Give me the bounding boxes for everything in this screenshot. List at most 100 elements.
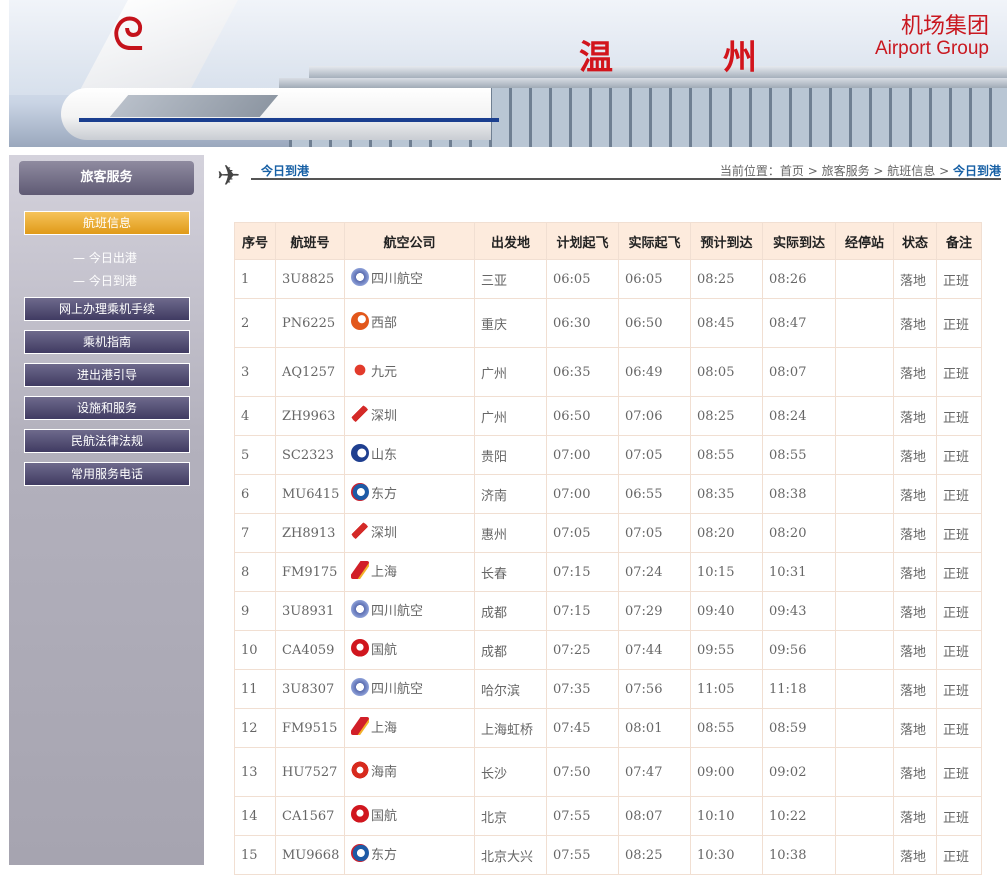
cell-note: 正班 xyxy=(936,347,982,397)
cell-status: 落地 xyxy=(893,669,937,709)
aircraft-wing xyxy=(109,95,279,117)
cell-status: 落地 xyxy=(893,552,937,592)
table-body: 1 3U8825 四川航空 三亚 06:05 06:05 08:25 08:26 落地 正班 2 PN… xyxy=(234,259,982,875)
cell-from: 长春 xyxy=(474,552,547,592)
airline-name: 深圳 xyxy=(371,408,398,424)
table-row: 12 FM9515 上海 上海虹桥 07:45 08:01 08:55 08:59 落地 正班 xyxy=(234,708,982,748)
cell-note: 正班 xyxy=(936,513,982,553)
cell-airline: 四川航空 xyxy=(344,591,475,631)
cell-status: 落地 xyxy=(893,259,937,299)
cell-plan-dep: 07:00 xyxy=(546,474,619,514)
column-header: 计划起飞 xyxy=(546,222,619,260)
cell-flight: CA1567 xyxy=(275,796,345,836)
sidebar-subitem-departures[interactable]: — 今日出港 xyxy=(73,249,137,266)
airline-label: 国航 xyxy=(351,805,397,824)
cell-note: 正班 xyxy=(936,259,982,299)
airline-name: 国航 xyxy=(371,808,398,824)
cell-status: 落地 xyxy=(893,796,937,836)
cell-from: 北京大兴 xyxy=(474,835,547,875)
cell-act-arr: 08:24 xyxy=(762,396,836,436)
table-row: 7 ZH8913 深圳 惠州 07:05 07:05 08:20 08:20 落地 正班 xyxy=(234,513,982,553)
sidebar-item-flight-info[interactable]: 航班信息 xyxy=(24,211,190,235)
arrivals-table: 序号 航班号 航空公司 出发地 计划起飞 实际起飞 预计到达 实际到达 经停站 状态 备注 1 3U8… xyxy=(234,222,982,875)
airline-name: 东方 xyxy=(371,486,398,502)
cell-stop xyxy=(835,435,894,475)
header-banner: ᘓ 温州 机场集团 Airport Group xyxy=(9,0,1007,147)
sidebar-item-service-phones[interactable]: 常用服务电话 xyxy=(24,462,190,486)
sidebar-item-facilities[interactable]: 设施和服务 xyxy=(24,396,190,420)
table-row: 5 SC2323 山东 贵阳 07:00 07:05 08:55 08:55 落地 正班 xyxy=(234,435,982,475)
cell-plan-dep: 06:35 xyxy=(546,347,619,397)
cell-from: 哈尔滨 xyxy=(474,669,547,709)
cell-stop xyxy=(835,591,894,631)
shandong-airlines-logo-icon xyxy=(351,444,369,463)
airline-name: 四川航空 xyxy=(371,681,424,697)
cell-from: 贵阳 xyxy=(474,435,547,475)
cell-no: 3 xyxy=(234,347,276,397)
cell-stop xyxy=(835,396,894,436)
cell-stop xyxy=(835,259,894,299)
column-header: 序号 xyxy=(234,222,276,260)
sidebar-subitem-arrivals[interactable]: — 今日到港 xyxy=(73,272,137,289)
column-header: 实际起飞 xyxy=(618,222,691,260)
cell-act-arr: 10:38 xyxy=(762,835,836,875)
cell-status: 落地 xyxy=(893,630,937,670)
sidebar-item-online-checkin[interactable]: 网上办理乘机手续 xyxy=(24,297,190,321)
hainan-airlines-logo-icon xyxy=(351,761,369,780)
sichuan-airlines-logo-icon xyxy=(351,268,369,287)
cell-est-arr: 09:55 xyxy=(690,630,763,670)
column-header: 备注 xyxy=(936,222,982,260)
page-title: 今日到港 xyxy=(261,164,310,178)
cell-plan-dep: 07:45 xyxy=(546,708,619,748)
table-row: 13 HU7527 海南 长沙 07:50 07:47 09:00 09:02 落地 正班 xyxy=(234,747,982,797)
cell-from: 北京 xyxy=(474,796,547,836)
cell-note: 正班 xyxy=(936,669,982,709)
cell-act-dep: 06:49 xyxy=(618,347,691,397)
sidebar-item-terminal-guide[interactable]: 进出港引导 xyxy=(24,363,190,387)
table-row: 6 MU6415 东方 济南 07:00 06:55 08:35 08:38 落地 正班 xyxy=(234,474,982,514)
airline-label: 深圳 xyxy=(351,405,397,424)
cell-est-arr: 10:10 xyxy=(690,796,763,836)
table-row: 11 3U8307 四川航空 哈尔滨 07:35 07:56 11:05 11:18 落地 正班 xyxy=(234,669,982,709)
cell-no: 10 xyxy=(234,630,276,670)
cell-status: 落地 xyxy=(893,298,937,348)
cell-act-arr: 10:31 xyxy=(762,552,836,592)
column-header: 出发地 xyxy=(474,222,547,260)
airline-label: 东方 xyxy=(351,844,397,863)
airline-name: 上海 xyxy=(371,720,398,736)
cell-note: 正班 xyxy=(936,591,982,631)
table-row: 14 CA1567 国航 北京 07:55 08:07 10:10 10:22 落地 正班 xyxy=(234,796,982,836)
cell-flight: SC2323 xyxy=(275,435,345,475)
cell-airline: 山东 xyxy=(344,435,475,475)
air-china-logo-icon xyxy=(351,639,369,658)
cell-act-arr: 10:22 xyxy=(762,796,836,836)
column-header: 预计到达 xyxy=(690,222,763,260)
cell-act-dep: 06:05 xyxy=(618,259,691,299)
airline-label: 上海 xyxy=(351,561,397,580)
cell-stop xyxy=(835,552,894,592)
cell-act-dep: 07:47 xyxy=(618,747,691,797)
sidebar-item-aviation-law[interactable]: 民航法律法规 xyxy=(24,429,190,453)
sidebar-item-boarding-guide[interactable]: 乘机指南 xyxy=(24,330,190,354)
cell-from: 重庆 xyxy=(474,298,547,348)
phoenix-logo-icon: ᘓ xyxy=(112,7,145,61)
cell-act-arr: 09:43 xyxy=(762,591,836,631)
cell-from: 三亚 xyxy=(474,259,547,299)
cell-no: 13 xyxy=(234,747,276,797)
china-eastern-logo-icon xyxy=(351,483,369,502)
breadcrumb-path[interactable]: 当前位置：首页 > 旅客服务 > 航班信息 > xyxy=(720,164,953,178)
cell-flight: CA4059 xyxy=(275,630,345,670)
airline-label: 海南 xyxy=(351,761,397,780)
cell-act-arr: 11:18 xyxy=(762,669,836,709)
cell-from: 惠州 xyxy=(474,513,547,553)
cell-no: 1 xyxy=(234,259,276,299)
cell-status: 落地 xyxy=(893,435,937,475)
cell-airline: 上海 xyxy=(344,708,475,748)
airline-label: 四川航空 xyxy=(351,678,423,697)
sidebar: 旅客服务 航班信息 — 今日出港 — 今日到港 网上办理乘机手续 乘机指南 进出… xyxy=(9,155,204,865)
cell-no: 7 xyxy=(234,513,276,553)
shenzhen-airlines-logo-icon xyxy=(351,405,369,424)
airline-name: 深圳 xyxy=(371,525,398,541)
cell-airline: 上海 xyxy=(344,552,475,592)
column-header: 航空公司 xyxy=(344,222,475,260)
